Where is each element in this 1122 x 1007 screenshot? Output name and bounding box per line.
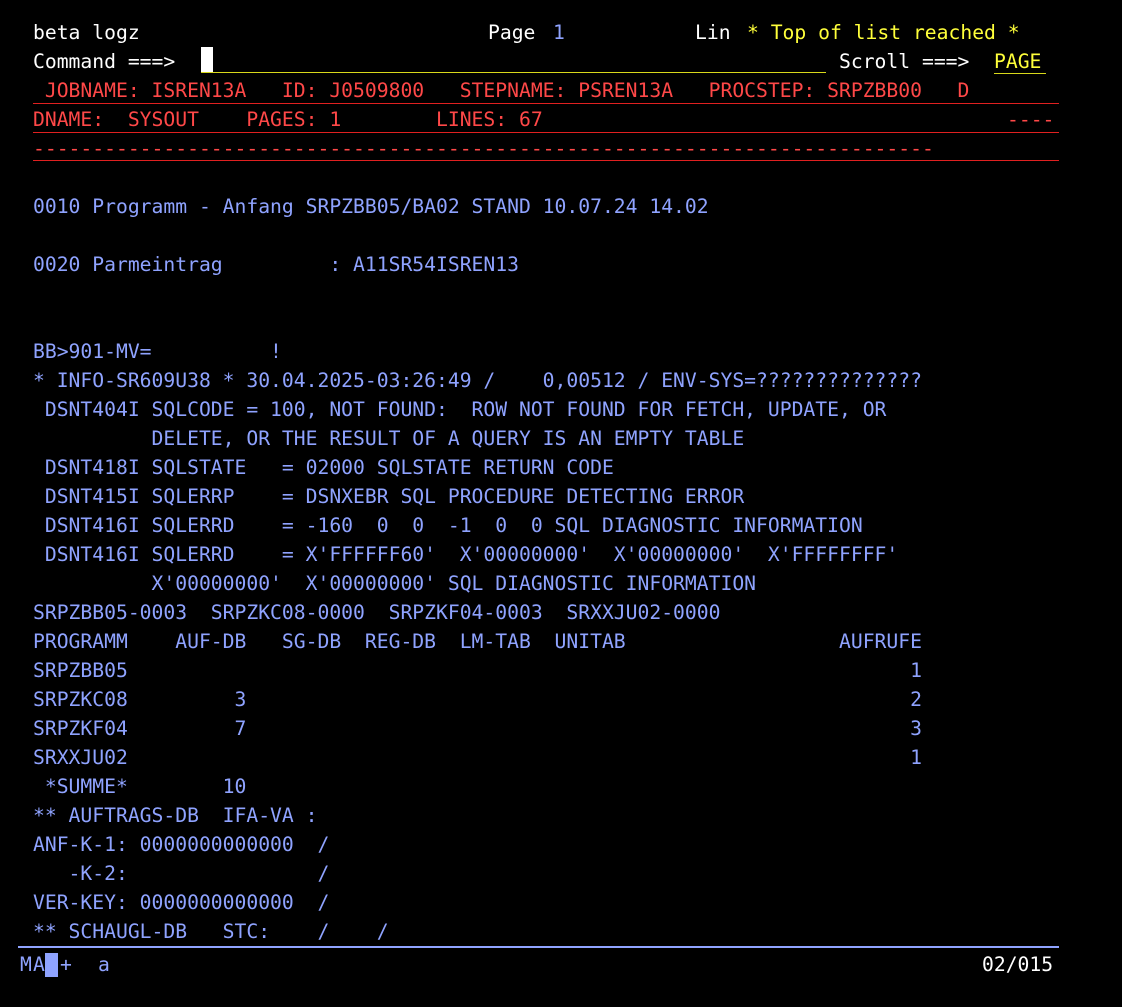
- output-line: VER-KEY: 0000000000000 /: [33, 891, 330, 914]
- command-input-underline: [201, 72, 826, 73]
- command-label: Command ===>: [33, 50, 176, 73]
- output-line: ** AUFTRAGS-DB IFA-VA :: [33, 804, 318, 827]
- top-of-list-message: * Top of list reached *: [747, 21, 1020, 44]
- output-line: SRPZKF04 7 3: [33, 717, 922, 740]
- output-line: * INFO-SR609U38 * 30.04.2025-03:26:49 / …: [33, 369, 922, 392]
- output-line: SRPZKC08 3 2: [33, 688, 922, 711]
- output-line: DSNT415I SQLERRP = DSNXEBR SQL PROCEDURE…: [33, 485, 745, 508]
- dataset-info-line: DNAME: SYSOUT PAGES: 1 LINES: 67: [33, 108, 543, 131]
- separator-line: ----------------------------------------…: [33, 137, 934, 160]
- output-line: BB>901-MV= !: [33, 340, 282, 363]
- job-info-divider-1: [33, 103, 1059, 104]
- line-label: Lin: [695, 21, 731, 44]
- scroll-field-underline: [994, 73, 1046, 74]
- app-title: beta logz: [33, 21, 140, 44]
- job-info-line: JOBNAME: ISREN13A ID: J0509800 STEPNAME:…: [33, 79, 970, 102]
- job-info-divider-2: [33, 132, 1059, 133]
- output-line: DSNT418I SQLSTATE = 02000 SQLSTATE RETUR…: [33, 456, 614, 479]
- output-line: SRPZBB05-0003 SRPZKC08-0000 SRPZKF04-000…: [33, 601, 721, 624]
- output-line: SRXXJU02 1: [33, 746, 922, 769]
- status-indicator-a: A: [33, 953, 45, 976]
- output-line: PROGRAMM AUF-DB SG-DB REG-DB LM-TAB UNIT…: [33, 630, 922, 653]
- status-indicator-m: M: [20, 953, 32, 976]
- command-cursor: [201, 47, 213, 73]
- status-mode: a: [98, 953, 110, 976]
- status-plus: +: [60, 953, 72, 976]
- output-line: DSNT416I SQLERRD = X'FFFFFF60' X'0000000…: [33, 543, 899, 566]
- output-line: -K-2: /: [33, 862, 330, 885]
- page-label: Page: [488, 21, 536, 44]
- output-line: DSNT404I SQLCODE = 100, NOT FOUND: ROW N…: [33, 398, 887, 421]
- output-line: DSNT416I SQLERRD = -160 0 0 -1 0 0 SQL D…: [33, 514, 863, 537]
- page-number: 1: [553, 21, 565, 44]
- status-divider: [18, 946, 1059, 948]
- scroll-amount-field[interactable]: PAGE: [994, 47, 1041, 76]
- output-line: 0020 Parmeintrag : A11SR54ISREN13: [33, 253, 519, 276]
- output-line: X'00000000' X'00000000' SQL DIAGNOSTIC I…: [33, 572, 757, 595]
- output-line: 0010 Programm - Anfang SRPZBB05/BA02 STA…: [33, 195, 709, 218]
- status-cursor: [45, 953, 58, 977]
- output-line: *SUMME* 10: [33, 775, 247, 798]
- dataset-info-right: ----: [1007, 108, 1055, 131]
- job-info-divider-3: [33, 160, 1059, 161]
- cursor-position: 02/015: [982, 953, 1054, 976]
- output-line: SRPZBB05 1: [33, 659, 922, 682]
- output-line: ** SCHAUGL-DB STC: / /: [33, 920, 389, 943]
- scroll-label: Scroll ===>: [839, 50, 970, 73]
- output-line: DELETE, OR THE RESULT OF A QUERY IS AN E…: [33, 427, 745, 450]
- output-line: ANF-K-1: 0000000000000 /: [33, 833, 330, 856]
